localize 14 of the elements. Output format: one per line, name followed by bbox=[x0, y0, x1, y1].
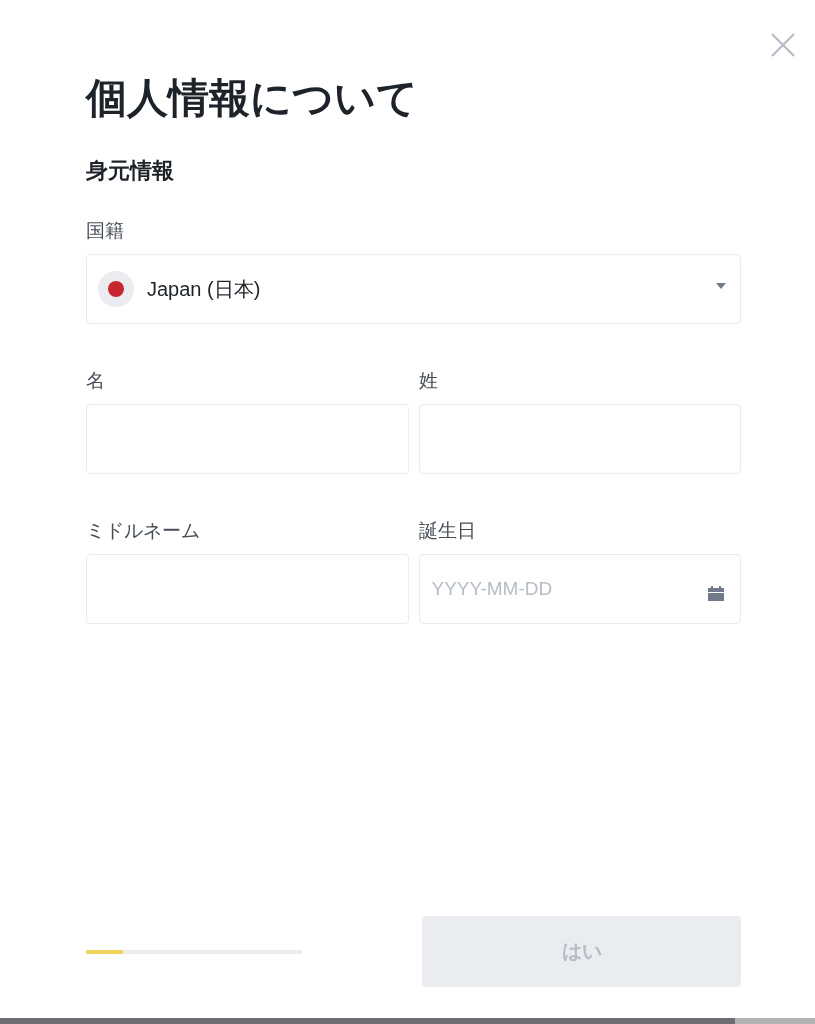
date-field[interactable]: YYYY-MM-DD bbox=[418, 554, 741, 624]
close-icon bbox=[771, 33, 795, 57]
flag-icon bbox=[98, 271, 134, 307]
caret-icon bbox=[716, 283, 726, 289]
section-heading: 身元情報 bbox=[86, 157, 175, 185]
calendar-icon bbox=[708, 586, 724, 601]
field-label: 国籍 bbox=[86, 219, 125, 243]
field-label: 誕生日 bbox=[418, 519, 477, 543]
country-select[interactable]: Japan (日本) bbox=[86, 254, 741, 324]
field-label: ミドルネーム bbox=[86, 519, 201, 543]
field-label: 名 bbox=[86, 369, 106, 393]
close-button[interactable] bbox=[771, 33, 795, 57]
dialog-title: 個人情報について bbox=[86, 74, 419, 122]
field-label: 姓 bbox=[418, 369, 439, 393]
